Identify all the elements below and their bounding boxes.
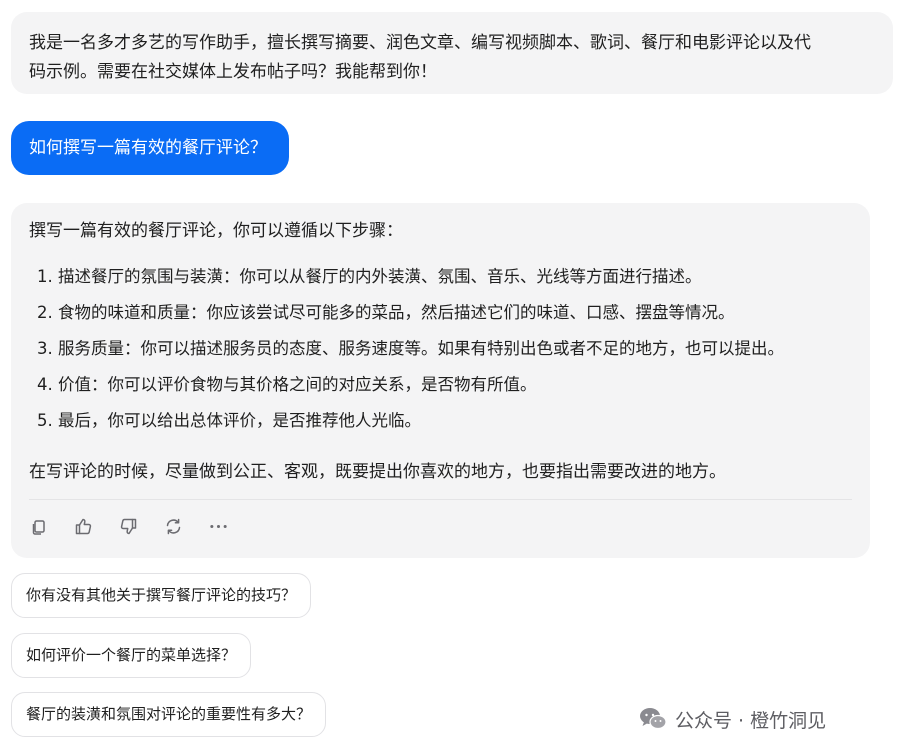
answer-step: 3. 服务质量：你可以描述服务员的态度、服务速度等。如果有特别出色或者不足的地方… <box>37 339 784 358</box>
answer-step: 5. 最后，你可以给出总体评价，是否推荐他人光临。 <box>37 411 421 430</box>
intro-line-2: 码示例。需要在社交媒体上发布帖子吗？我能帮到你！ <box>29 62 437 82</box>
divider <box>29 499 852 500</box>
more-icon <box>210 524 227 529</box>
thumbs-up-button[interactable] <box>74 517 93 536</box>
wechat-icon <box>640 708 667 730</box>
copy-button[interactable] <box>29 517 48 536</box>
intro-line-1: 我是一名多才多艺的写作助手，擅长撰写摘要、润色文章、编写视频脚本、歌词、餐厅和电… <box>29 33 811 53</box>
suggested-question[interactable]: 餐厅的装潢和氛围对评论的重要性有多大？ <box>11 692 327 737</box>
message-actions-toolbar <box>29 517 228 536</box>
watermark: 公众号 · 橙竹洞见 <box>639 704 826 734</box>
regenerate-button[interactable] <box>164 517 183 536</box>
thumbs-down-button[interactable] <box>119 517 138 536</box>
answer-step: 2. 食物的味道和质量：你应该尝试尽可能多的菜品，然后描述它们的味道、口感、摆盘… <box>37 303 735 322</box>
assistant-answer-message: 撰写一篇有效的餐厅评论，你可以遵循以下步骤： 1. 描述餐厅的氛围与装潢：你可以… <box>11 203 870 558</box>
assistant-intro-message: 我是一名多才多艺的写作助手，擅长撰写摘要、润色文章、编写视频脚本、歌词、餐厅和电… <box>11 12 893 94</box>
watermark-text: 公众号 · 橙竹洞见 <box>675 709 827 732</box>
answer-intro: 撰写一篇有效的餐厅评论，你可以遵循以下步骤： <box>29 221 403 241</box>
refresh-icon <box>166 518 181 535</box>
answer-step: 4. 价值：你可以评价食物与其价格之间的对应关系，是否物有所值。 <box>37 375 537 394</box>
suggested-question[interactable]: 如何评价一个餐厅的菜单选择？ <box>11 633 252 678</box>
answer-step: 1. 描述餐厅的氛围与装潢：你可以从餐厅的内外装潢、氛围、音乐、光线等方面进行描… <box>37 267 702 286</box>
suggested-question[interactable]: 你有没有其他关于撰写餐厅评论的技巧？ <box>11 573 312 618</box>
more-button[interactable] <box>209 517 228 536</box>
thumbs-down-icon <box>120 518 137 535</box>
answer-steps-list: 1. 描述餐厅的氛围与装潢：你可以从餐厅的内外装潢、氛围、音乐、光线等方面进行描… <box>37 266 784 446</box>
copy-icon <box>32 519 45 535</box>
answer-outro: 在写评论的时候，尽量做到公正、客观，既要提出你喜欢的地方，也要指出需要改进的地方… <box>29 462 726 482</box>
user-message: 如何撰写一篇有效的餐厅评论？ <box>11 121 289 175</box>
chat-page: 我是一名多才多艺的写作助手，擅长撰写摘要、润色文章、编写视频脚本、歌词、餐厅和电… <box>0 0 905 755</box>
thumbs-up-icon <box>75 518 92 535</box>
